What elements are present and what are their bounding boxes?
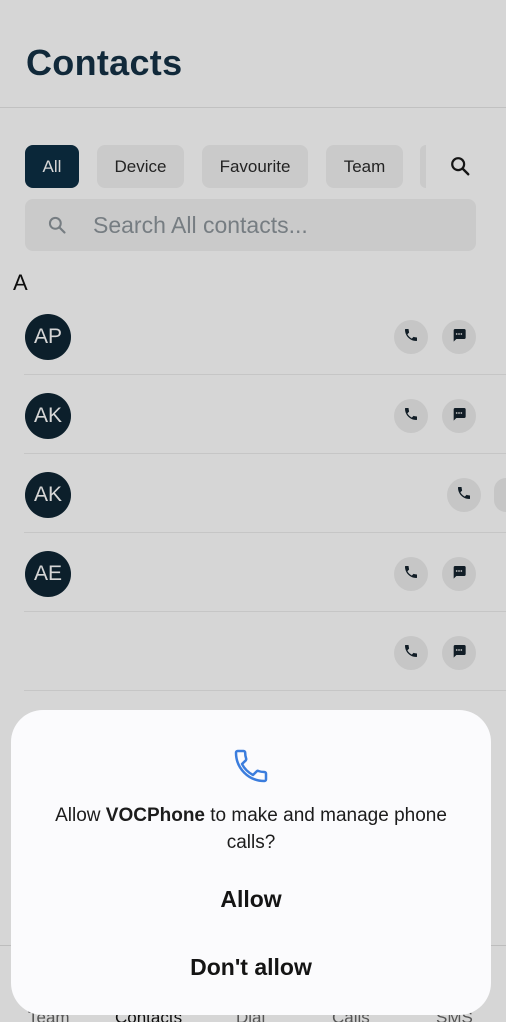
- allow-button[interactable]: Allow: [11, 873, 491, 925]
- dialog-message: Allow VOCPhone to make and manage phone …: [55, 805, 447, 853]
- permission-dialog: Allow VOCPhone to make and manage phone …: [11, 710, 491, 1015]
- contacts-screen: Contacts All Device Favourite Team A AP …: [0, 0, 506, 1022]
- phone-icon: [231, 746, 271, 786]
- dont-allow-button[interactable]: Don't allow: [11, 941, 491, 993]
- dialog-app-name: VOCPhone: [105, 805, 205, 826]
